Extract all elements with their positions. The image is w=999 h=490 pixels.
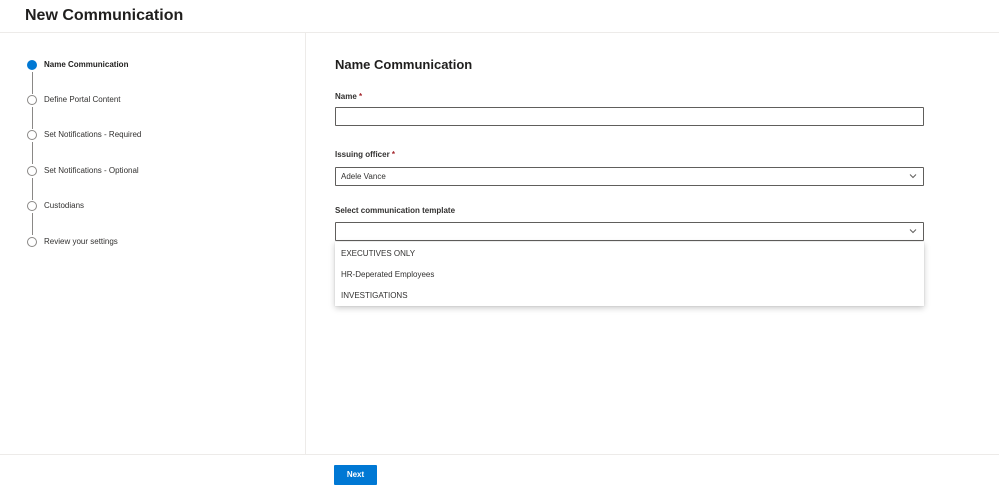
step-label: Set Notifications - Required — [44, 130, 142, 139]
chevron-down-icon — [909, 174, 917, 179]
next-button[interactable]: Next — [334, 465, 377, 485]
wizard-steps: Name Communication Define Portal Content… — [0, 33, 306, 454]
name-label-text: Name — [335, 92, 357, 101]
step-circle-icon — [27, 237, 37, 247]
step-circle-icon — [27, 166, 37, 176]
issuing-officer-label: Issuing officer * — [335, 150, 395, 159]
step-circle-icon — [27, 201, 37, 211]
step-label: Name Communication — [44, 60, 129, 69]
required-marker: * — [391, 150, 396, 159]
page-title: New Communication — [25, 7, 184, 24]
communication-template-dropdown[interactable] — [335, 222, 924, 241]
step-circle-icon — [27, 95, 37, 105]
required-marker: * — [359, 92, 363, 101]
step-circle-icon — [27, 130, 37, 140]
step-label: Define Portal Content — [44, 95, 121, 104]
option-label: EXECUTIVES ONLY — [341, 249, 416, 258]
step-current-dot-icon — [27, 60, 37, 70]
template-option-hr-deperated-employees[interactable]: HR-Deperated Employees — [335, 264, 924, 285]
wizard-footer: Next — [0, 454, 999, 490]
template-option-executives-only[interactable]: EXECUTIVES ONLY — [335, 243, 924, 264]
step-label: Review your settings — [44, 237, 118, 246]
page-header: New Communication — [0, 0, 999, 33]
template-options-list: EXECUTIVES ONLY HR-Deperated Employees I… — [335, 242, 924, 306]
template-option-investigations[interactable]: INVESTIGATIONS — [335, 285, 924, 306]
step-connector — [32, 107, 33, 129]
step-connector — [32, 142, 33, 164]
issuing-officer-value: Adele Vance — [341, 172, 386, 181]
step-connector — [32, 72, 33, 94]
option-label: HR-Deperated Employees — [341, 270, 435, 279]
issuing-officer-dropdown[interactable]: Adele Vance — [335, 167, 924, 186]
step-label: Custodians — [44, 201, 85, 210]
template-field-label: Select communication template — [335, 206, 456, 215]
step-connector — [32, 178, 33, 200]
step-connector — [32, 213, 33, 235]
section-title: Name Communication — [335, 57, 473, 72]
name-input[interactable] — [335, 107, 924, 126]
chevron-down-icon — [909, 229, 917, 234]
issuing-officer-label-text: Issuing officer — [335, 150, 390, 159]
form-panel: Name Communication Name * Issuing office… — [307, 33, 999, 454]
step-label: Set Notifications - Optional — [44, 166, 139, 175]
name-field-label: Name * — [335, 92, 362, 101]
option-label: INVESTIGATIONS — [341, 291, 408, 300]
